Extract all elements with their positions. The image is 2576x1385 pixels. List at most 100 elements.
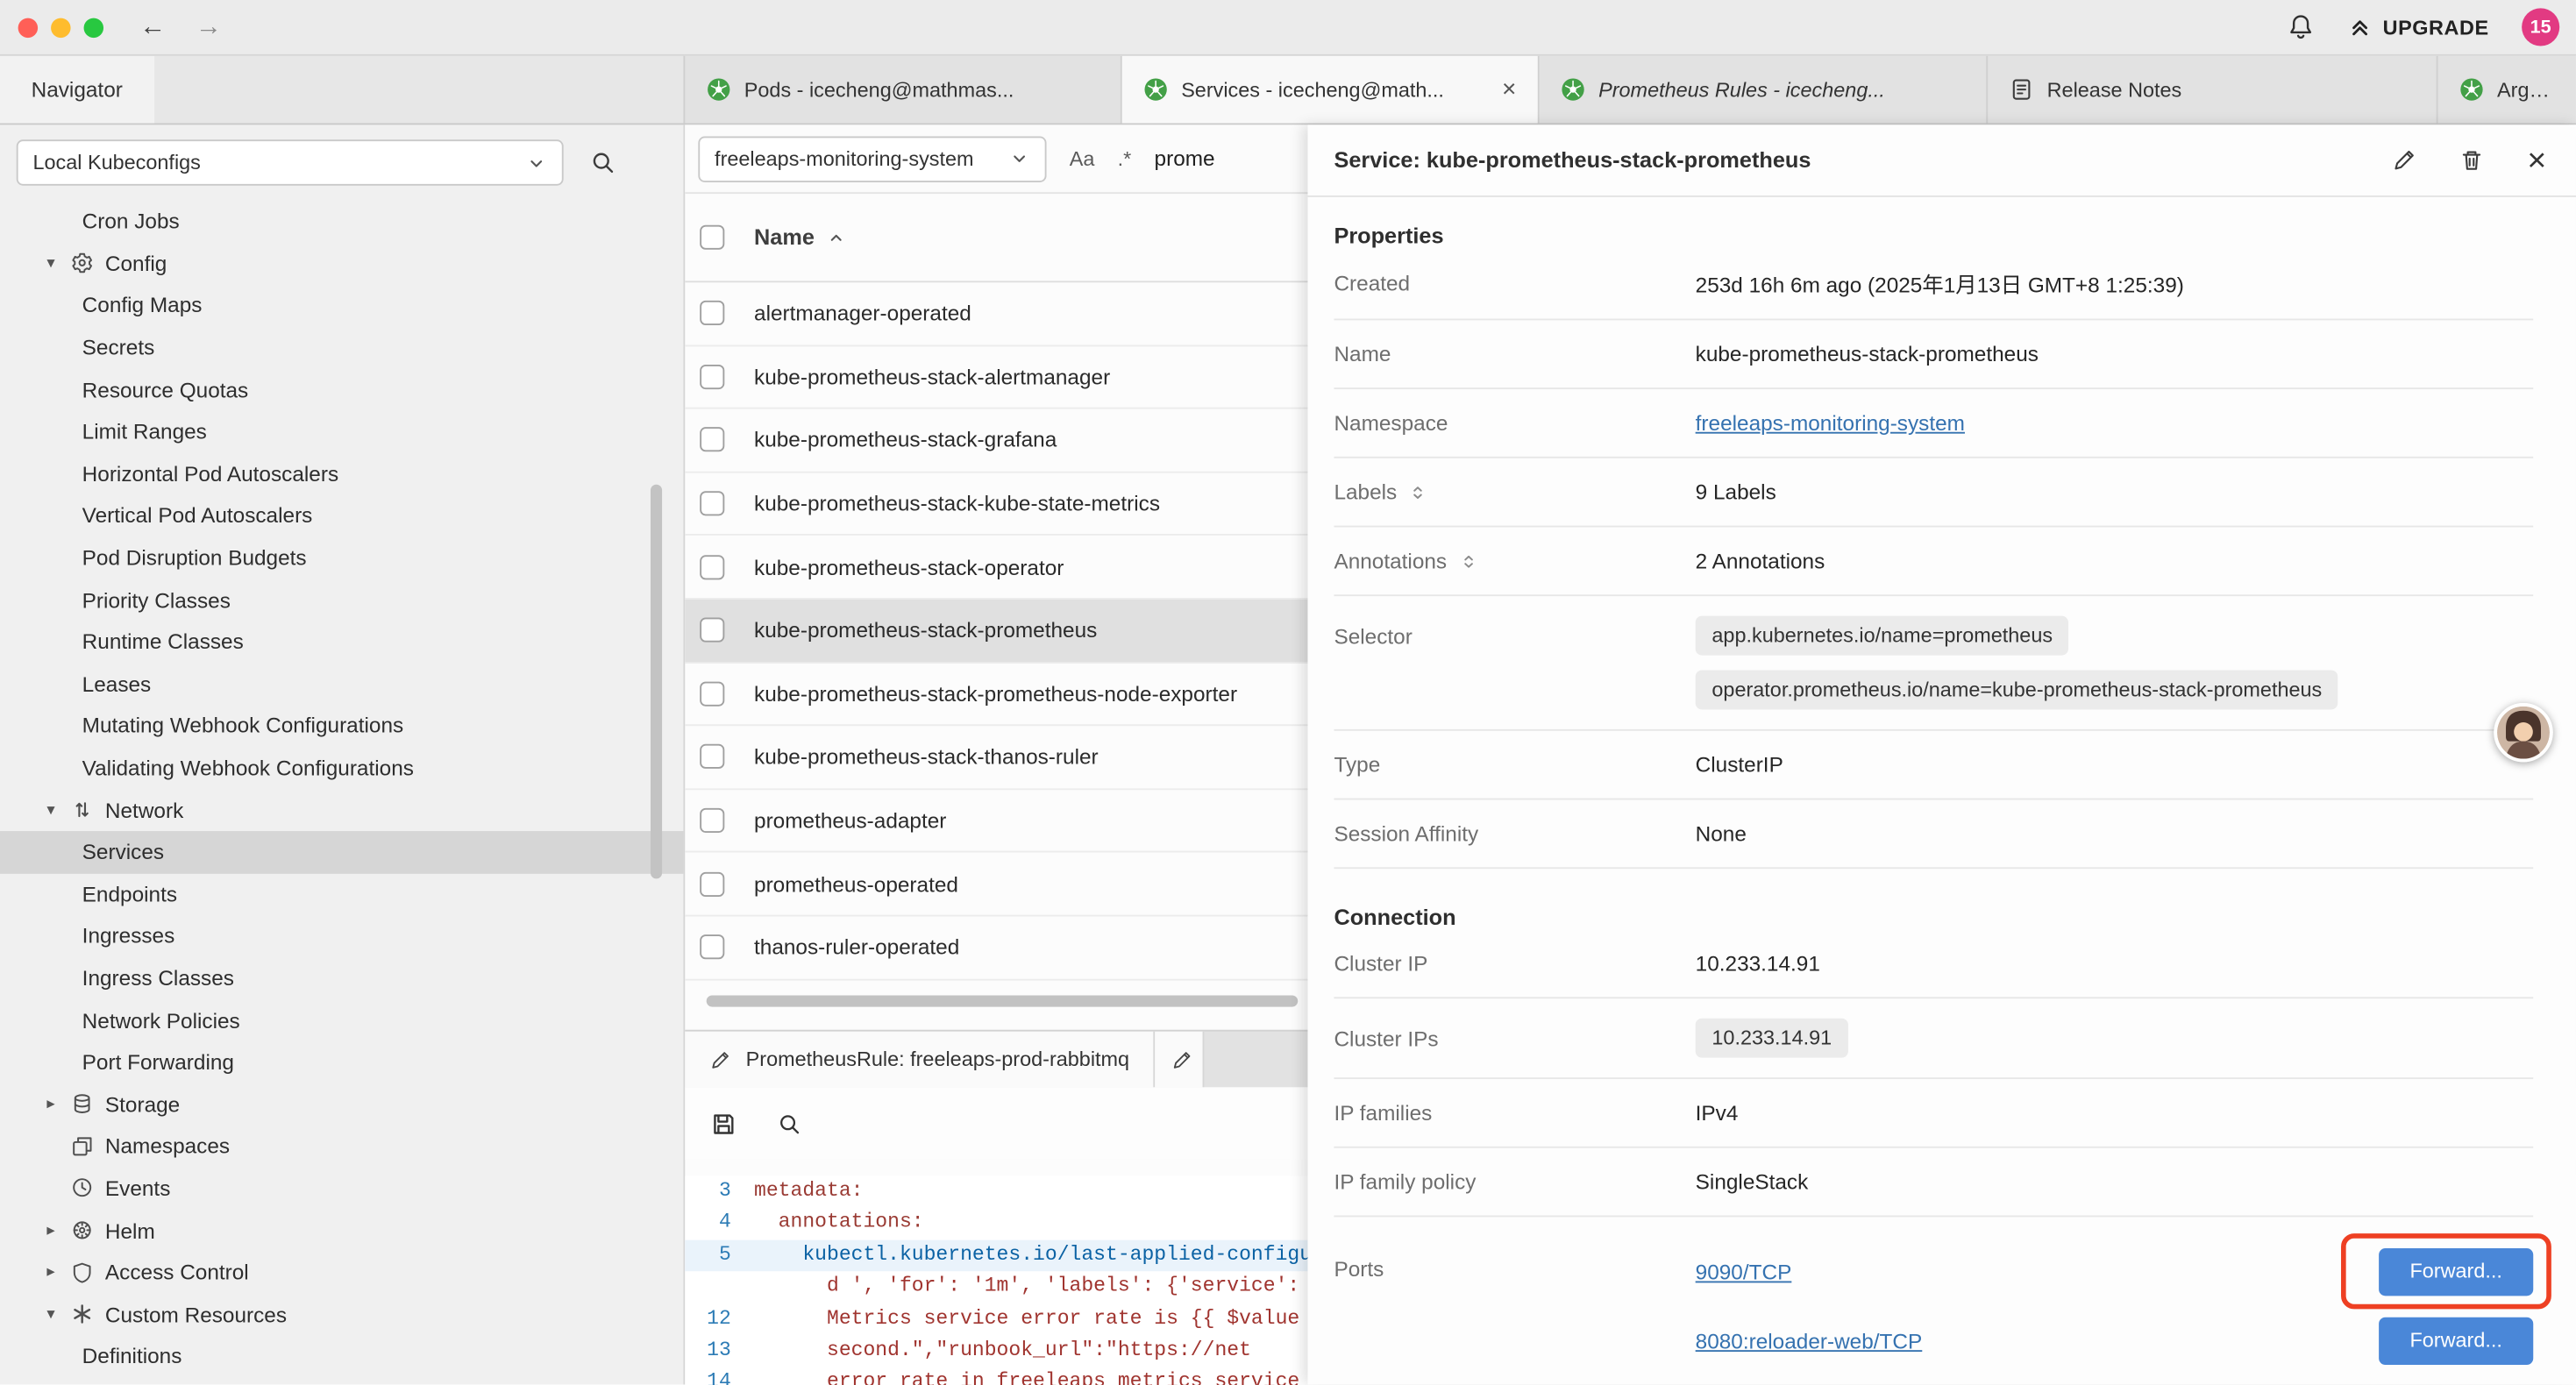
selector-badge: app.kubernetes.io/name=prometheus [1696, 616, 2069, 656]
match-case-toggle[interactable]: Aa [1070, 147, 1095, 170]
port-link[interactable]: 8080:reloader-web/TCP [1696, 1328, 1923, 1353]
expand-collapse-icon[interactable] [1458, 551, 1477, 571]
navigator-header: Navigator [0, 56, 685, 124]
save-icon[interactable] [709, 1110, 737, 1138]
sidebar-item-resource-quotas[interactable]: Resource Quotas [0, 368, 683, 410]
checkbox[interactable] [700, 365, 724, 389]
zoom-window-button[interactable] [84, 18, 103, 37]
sidebar-item-config-maps[interactable]: Config Maps [0, 285, 683, 327]
sidebar-item-leases[interactable]: Leases [0, 663, 683, 705]
forward-arrow-icon[interactable]: → [196, 12, 222, 42]
sidebar-item-events[interactable]: Events [0, 1168, 683, 1210]
search-icon[interactable] [590, 150, 616, 176]
checkbox[interactable] [700, 871, 724, 896]
dock-tab-prometheusrule[interactable]: PrometheusRule: freeleaps-prod-rabbitmq [685, 1032, 1156, 1088]
edit-icon[interactable] [2393, 148, 2417, 173]
close-window-button[interactable] [18, 18, 38, 37]
expand-collapse-icon[interactable] [1408, 482, 1427, 501]
helm-icon [69, 1217, 96, 1243]
sidebar-item-endpoints[interactable]: Endpoints [0, 873, 683, 915]
tab-services[interactable]: Services - icecheng@math... × [1122, 56, 1540, 124]
notifications-bell-icon[interactable] [2288, 13, 2316, 41]
port-link[interactable]: 9090/TCP [1696, 1259, 1792, 1283]
delete-icon[interactable] [2460, 148, 2485, 173]
labels-value[interactable]: 9 Labels [1696, 479, 2534, 504]
sidebar-item-horizontal-pod-autoscalers[interactable]: Horizontal Pod Autoscalers [0, 452, 683, 494]
search-icon[interactable] [777, 1112, 801, 1136]
sidebar-item-pod-disruption-budgets[interactable]: Pod Disruption Budgets [0, 536, 683, 579]
checkbox[interactable] [700, 681, 724, 706]
back-arrow-icon[interactable]: ← [139, 12, 166, 42]
port-entry: 8080:reloader-web/TCP Forward... [1696, 1306, 2534, 1375]
titlebar: ← → UPGRADE 15 [0, 0, 2576, 56]
sidebar-item-custom-resources[interactable]: ▾Custom Resources [0, 1293, 683, 1335]
tab-prometheus-rules[interactable]: Prometheus Rules - icecheng... [1540, 56, 1989, 124]
regex-toggle[interactable]: .* [1118, 147, 1132, 170]
sort-ascending-icon[interactable] [826, 228, 845, 247]
clock-icon [69, 1175, 96, 1202]
avatar[interactable] [2494, 703, 2552, 762]
sidebar-item-helm[interactable]: ▸Helm [0, 1210, 683, 1252]
sidebar-item-services[interactable]: Services [0, 831, 683, 873]
sidebar-item-definitions[interactable]: Definitions [0, 1335, 683, 1377]
ip-family-policy-value: SingleStack [1696, 1169, 2534, 1194]
tab-pods[interactable]: Pods - icecheng@mathmas... [685, 56, 1121, 124]
dock-tab-partial[interactable] [1156, 1032, 1205, 1088]
sidebar-item-namespaces[interactable]: Namespaces [0, 1126, 683, 1168]
sidebar-item-network-policies[interactable]: Network Policies [0, 999, 683, 1041]
close-icon[interactable]: × [2527, 144, 2546, 176]
horizontal-scrollbar[interactable] [707, 995, 1299, 1006]
namespace-select[interactable]: freeleaps-monitoring-system [698, 136, 1046, 181]
checkbox[interactable] [700, 745, 724, 770]
checkbox[interactable] [700, 935, 724, 960]
pencil-icon [1172, 1048, 1193, 1069]
sidebar-item-mutating-webhook-configurations[interactable]: Mutating Webhook Configurations [0, 705, 683, 747]
created-value: 253d 16h 6m ago (2025年1月13日 GMT+8 1:25:3… [1696, 267, 2534, 299]
drawer-row-cluster-ip: Cluster IP 10.233.14.91 [1334, 930, 2533, 999]
forward-button[interactable]: Forward... [2379, 1247, 2533, 1295]
notification-count-badge[interactable]: 15 [2522, 8, 2559, 46]
sidebar-item-port-forwarding[interactable]: Port Forwarding [0, 1041, 683, 1083]
sidebar-item-validating-webhook-configurations[interactable]: Validating Webhook Configurations [0, 747, 683, 789]
checkbox[interactable] [700, 618, 724, 643]
sidebar-item-limit-ranges[interactable]: Limit Ranges [0, 410, 683, 452]
navigator-title: Navigator [0, 56, 153, 124]
namespace-link[interactable]: freeleaps-monitoring-system [1696, 410, 1965, 435]
select-all-checkbox[interactable] [700, 225, 724, 250]
sidebar-item-secrets[interactable]: Secrets [0, 326, 683, 368]
sidebar-item-vertical-pod-autoscalers[interactable]: Vertical Pod Autoscalers [0, 494, 683, 536]
checkbox[interactable] [700, 301, 724, 325]
drawer-row-type: Type ClusterIP [1334, 731, 2533, 800]
tab-release-notes[interactable]: Release Notes [1988, 56, 2437, 124]
kubernetes-icon [1561, 77, 1585, 102]
checkbox[interactable] [700, 491, 724, 515]
sidebar-item-priority-classes[interactable]: Priority Classes [0, 579, 683, 621]
sidebar-scrollbar[interactable] [651, 485, 662, 879]
checkbox[interactable] [700, 428, 724, 452]
name-column-header[interactable]: Name [754, 225, 815, 250]
sidebar-item-runtime-classes[interactable]: Runtime Classes [0, 621, 683, 663]
network-updown-icon [69, 797, 96, 823]
window-controls [18, 18, 103, 37]
checkbox[interactable] [700, 555, 724, 579]
close-tab-icon[interactable]: × [1489, 75, 1516, 103]
upgrade-button[interactable]: UPGRADE [2348, 15, 2488, 39]
checkbox[interactable] [700, 808, 724, 833]
annotations-value[interactable]: 2 Annotations [1696, 549, 2534, 573]
chevron-down-icon [526, 152, 547, 173]
connection-heading: Connection [1334, 905, 2533, 929]
forward-button[interactable]: Forward... [2379, 1317, 2533, 1364]
sidebar-item-network[interactable]: ▾Network [0, 789, 683, 831]
minimize-window-button[interactable] [51, 18, 70, 37]
tab-argo[interactable]: Argo S [2438, 56, 2576, 124]
sidebar-item-ingress-classes[interactable]: Ingress Classes [0, 957, 683, 999]
gear-icon [69, 251, 96, 277]
sidebar-item-cron-jobs[interactable]: Cron Jobs [0, 201, 683, 243]
ip-families-value: IPv4 [1696, 1100, 2534, 1125]
sidebar-item-access-control[interactable]: ▸Access Control [0, 1251, 683, 1293]
sidebar-item-config[interactable]: ▾Config [0, 243, 683, 285]
kubeconfig-select[interactable]: Local Kubeconfigs [17, 139, 564, 185]
search-input[interactable]: prome [1155, 146, 1215, 171]
sidebar-item-storage[interactable]: ▸Storage [0, 1083, 683, 1126]
sidebar-item-ingresses[interactable]: Ingresses [0, 915, 683, 957]
